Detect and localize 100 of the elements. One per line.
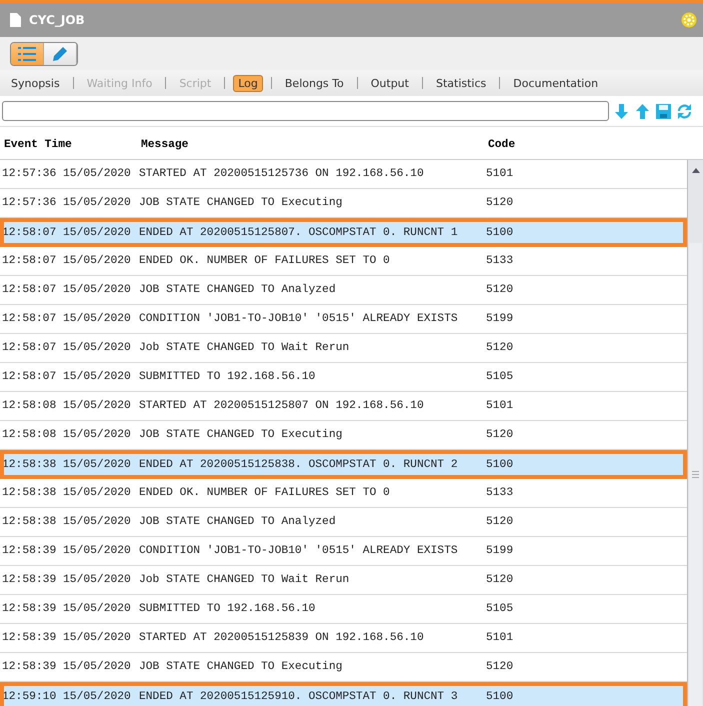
table-cell-text: JOB STATE CHANGED TO Executing <box>139 429 344 441</box>
table-cell-text: 5101 <box>486 400 514 412</box>
table-cell-text: 12:58:07 15/05/2020 <box>2 313 132 325</box>
table-cell-text: 5101 <box>486 168 514 180</box>
table-cell-text: 12:58:39 15/05/2020 <box>2 545 132 557</box>
tab[interactable]: Documentation <box>508 74 604 92</box>
table-cell-text: 12:58:39 15/05/2020 <box>2 661 132 673</box>
table-cell-text: 12:58:38 15/05/2020 <box>2 458 132 470</box>
table-cell-text: 5199 <box>486 545 514 557</box>
table-cell-text: ENDED AT 20200515125838. OSCOMPSTAT 0. RUNCNT 2 <box>139 458 459 470</box>
table-cell-text: Job STATE CHANGED TO Wait Rerun <box>139 342 350 354</box>
document-icon <box>10 13 21 27</box>
view-toggle-button[interactable] <box>11 42 44 64</box>
table-row[interactable]: 12:57:36 15/05/2020 STARTED AT 20200515125736 ON 192.168.56.10 5101 <box>0 160 687 189</box>
arrow-down-icon <box>613 102 630 120</box>
table-cell-text: 5133 <box>486 255 514 267</box>
table-cell-text: JOB STATE CHANGED TO Analyzed <box>139 516 337 528</box>
list-icon <box>18 46 36 60</box>
table-cell-text: 5120 <box>486 429 514 441</box>
window-title: CYC_JOB <box>29 13 86 27</box>
table-row[interactable]: 12:58:07 15/05/2020 CONDITION 'JOB1-TO-JOB10' '0515' ALREADY EXISTS 5199 <box>0 305 687 334</box>
table-row[interactable]: 12:58:07 15/05/2020 ENDED OK. NUMBER OF FAILURES SET TO 0 5133 <box>0 247 687 276</box>
gear-icon[interactable] <box>681 12 697 28</box>
table-cell-text: 12:58:39 15/05/2020 <box>2 632 132 644</box>
tab[interactable]: Log <box>233 74 263 92</box>
table-cell-text: 5120 <box>486 516 514 528</box>
table-cell-text: JOB STATE CHANGED TO Analyzed <box>139 284 337 296</box>
table-cell-text: 12:58:38 15/05/2020 <box>2 516 132 528</box>
table-cell-text: 12:58:07 15/05/2020 <box>2 226 132 238</box>
table-row[interactable]: 12:58:07 15/05/2020 ENDED AT 20200515125807. OSCOMPSTAT 0. RUNCNT 1 5100 <box>0 218 687 247</box>
table-cell-text: 12:59:10 15/05/2020 <box>2 690 132 702</box>
view-toggle-button[interactable] <box>44 42 77 64</box>
table-cell-text: 5120 <box>486 284 514 296</box>
toolbar-button[interactable] <box>613 102 630 120</box>
table-cell-text: 5105 <box>486 603 514 615</box>
table-cell-text: JOB STATE CHANGED TO Executing <box>139 197 344 209</box>
search-field[interactable] <box>2 101 609 121</box>
refresh-icon <box>676 102 693 120</box>
table-cell-text: ENDED OK. NUMBER OF FAILURES SET TO 0 <box>139 487 391 499</box>
table-row[interactable]: 12:59:10 15/05/2020 ENDED AT 20200515125910. OSCOMPSTAT 0. RUNCNT 3 5100 <box>0 682 687 706</box>
table-cell-text: 12:57:36 15/05/2020 <box>2 197 132 209</box>
column-header[interactable]: Code <box>488 138 703 150</box>
scroll-thumb[interactable] <box>689 243 702 706</box>
table-row[interactable]: 12:58:07 15/05/2020 JOB STATE CHANGED TO Analyzed 5120 <box>0 276 687 305</box>
table-cell-text: 5100 <box>486 226 514 238</box>
table-cell-text: CONDITION 'JOB1-TO-JOB10' '0515' ALREADY EXISTS <box>139 545 459 557</box>
table-cell-text: 12:58:07 15/05/2020 <box>2 255 132 267</box>
table-row[interactable]: 12:58:38 15/05/2020 JOB STATE CHANGED TO Analyzed 5120 <box>0 508 687 537</box>
table-cell-text: 5120 <box>486 197 514 209</box>
table-cell-text: 5120 <box>486 661 514 673</box>
table-cell-text: 5133 <box>486 487 514 499</box>
table-cell-text: 12:58:39 15/05/2020 <box>2 574 132 586</box>
table-cell-text: 5105 <box>486 371 514 383</box>
table-cell-text: ENDED OK. NUMBER OF FAILURES SET TO 0 <box>139 255 391 267</box>
table-cell-text: SUBMITTED TO 192.168.56.10 <box>139 603 316 615</box>
table-cell-text: 12:58:08 15/05/2020 <box>2 429 132 441</box>
pencil-icon <box>52 46 68 62</box>
table-cell-text: 12:58:38 15/05/2020 <box>2 487 132 499</box>
table-cell-text: 5120 <box>486 342 514 354</box>
tab[interactable]: Output <box>366 74 414 92</box>
grip-icon <box>692 471 699 478</box>
table-cell-text: 12:57:36 15/05/2020 <box>2 168 132 180</box>
table-row[interactable]: 12:58:08 15/05/2020 STARTED AT 20200515125807 ON 192.168.56.10 5101 <box>0 392 687 421</box>
table-row[interactable]: 12:58:38 15/05/2020 ENDED AT 20200515125838. OSCOMPSTAT 0. RUNCNT 2 5100 <box>0 450 687 479</box>
table-cell-text: 12:58:39 15/05/2020 <box>2 603 132 615</box>
tab[interactable]: Belongs To <box>280 74 349 92</box>
table-cell-text: STARTED AT 20200515125839 ON 192.168.56.10 <box>139 632 425 644</box>
table-cell-text: CONDITION 'JOB1-TO-JOB10' '0515' ALREADY EXISTS <box>139 313 459 325</box>
table-cell-text: STARTED AT 20200515125736 ON 192.168.56.10 <box>139 168 425 180</box>
toolbar-button[interactable] <box>676 102 693 120</box>
table-cell-text: ENDED AT 20200515125807. OSCOMPSTAT 0. RUNCNT 1 <box>139 226 459 238</box>
column-header[interactable]: Message <box>141 138 488 150</box>
table-cell-text: JOB STATE CHANGED TO Executing <box>139 661 344 673</box>
table-cell-text: SUBMITTED TO 192.168.56.10 <box>139 371 316 383</box>
table-cell-text: 5199 <box>486 313 514 325</box>
tab[interactable]: Synopsis <box>6 74 65 92</box>
table-cell-text: ENDED AT 20200515125910. OSCOMPSTAT 0. RUNCNT 3 <box>139 690 459 702</box>
column-header[interactable]: Event Time <box>4 138 141 150</box>
table-cell-text: 5120 <box>486 574 514 586</box>
table-row[interactable]: 12:58:39 15/05/2020 SUBMITTED TO 192.168.56.10 5105 <box>0 595 687 624</box>
table-row[interactable]: 12:58:39 15/05/2020 STARTED AT 20200515125839 ON 192.168.56.10 5101 <box>0 624 687 653</box>
scroll-up-icon <box>692 168 700 173</box>
table-cell-text: 12:58:08 15/05/2020 <box>2 400 132 412</box>
arrow-up-icon <box>634 102 651 120</box>
scrollbar[interactable] <box>687 160 703 706</box>
table-cell-text: STARTED AT 20200515125807 ON 192.168.56.10 <box>139 400 425 412</box>
save-icon <box>655 102 672 120</box>
table-row[interactable]: 12:58:07 15/05/2020 SUBMITTED TO 192.168.56.10 5105 <box>0 363 687 392</box>
table-row[interactable]: 12:58:07 15/05/2020 Job STATE CHANGED TO Wait Rerun 5120 <box>0 334 687 363</box>
tab[interactable]: Statistics <box>430 74 492 92</box>
table-cell-text: 5100 <box>486 690 514 702</box>
table-row[interactable]: 12:58:38 15/05/2020 ENDED OK. NUMBER OF FAILURES SET TO 0 5133 <box>0 479 687 508</box>
table-cell-text: 5100 <box>486 458 514 470</box>
table-cell-text: 12:58:07 15/05/2020 <box>2 342 132 354</box>
toolbar-button[interactable] <box>655 102 672 120</box>
table-row[interactable]: 12:58:39 15/05/2020 Job STATE CHANGED TO Wait Rerun 5120 <box>0 566 687 595</box>
table-cell-text: Job STATE CHANGED TO Wait Rerun <box>139 574 350 586</box>
toolbar-button[interactable] <box>634 102 651 120</box>
table-cell-text: 12:58:07 15/05/2020 <box>2 371 132 383</box>
table-row[interactable]: 12:58:39 15/05/2020 CONDITION 'JOB1-TO-JOB10' '0515' ALREADY EXISTS 5199 <box>0 537 687 566</box>
